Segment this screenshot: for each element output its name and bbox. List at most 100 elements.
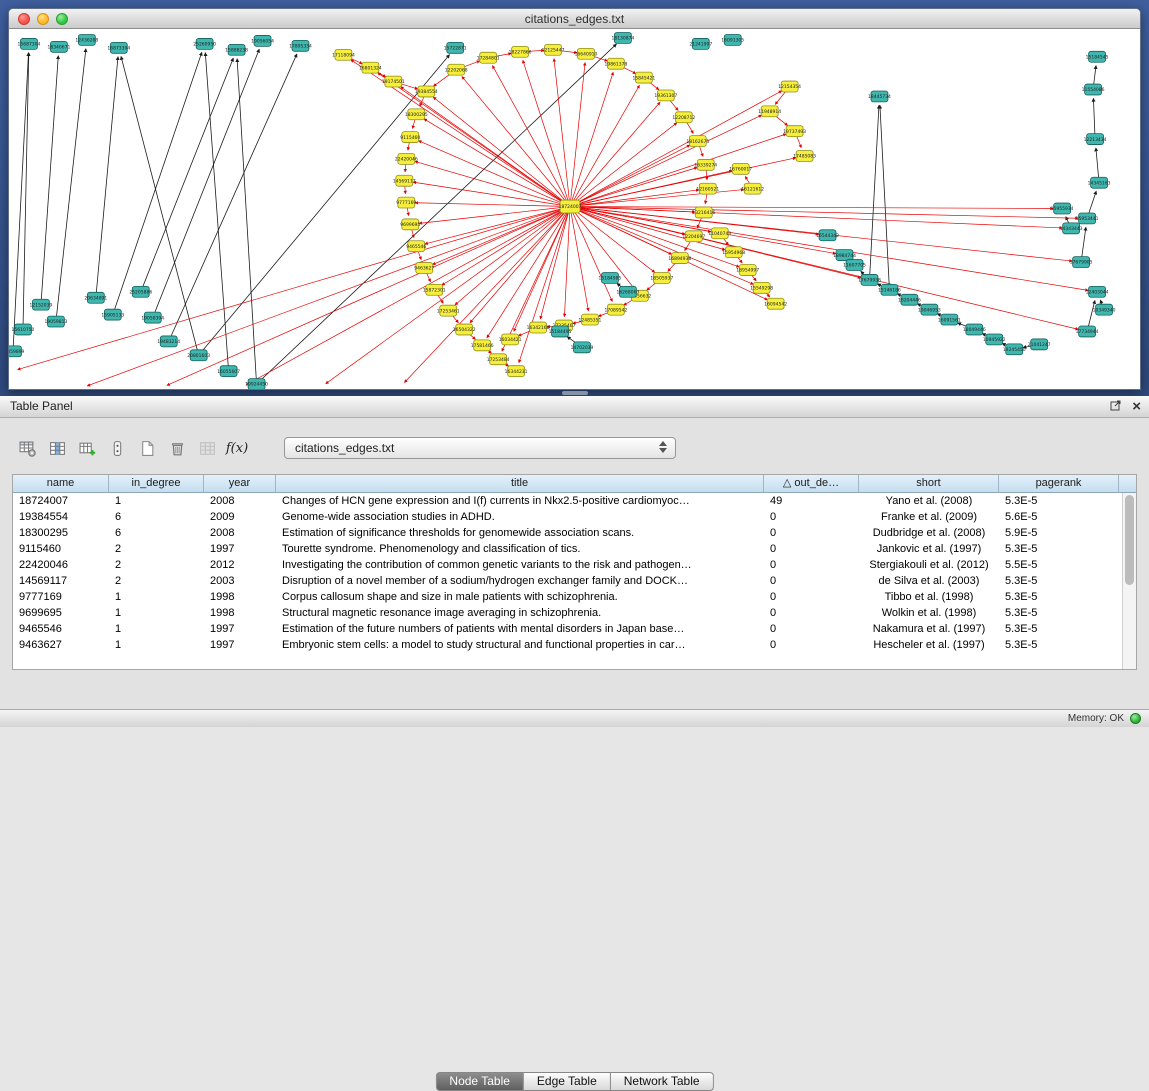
network-node[interactable]: 15687304	[18, 38, 41, 49]
network-node[interactable]: 16034421	[499, 334, 522, 345]
table-cell[interactable]: 22420046	[13, 557, 109, 573]
table-cell[interactable]: Estimation of the future numbers of pati…	[276, 621, 764, 637]
scrollbar-thumb[interactable]	[1125, 495, 1134, 585]
tab-node-table[interactable]: Node Table	[435, 1072, 524, 1091]
network-edge[interactable]	[413, 182, 570, 206]
network-node[interactable]: 15905133	[101, 309, 124, 320]
network-node[interactable]: 18227866	[509, 46, 532, 57]
network-edge[interactable]	[237, 59, 256, 384]
table-cell[interactable]: 0	[764, 557, 859, 573]
network-node[interactable]: 16344231	[505, 366, 528, 377]
table-cell[interactable]: 18724007	[13, 493, 109, 509]
network-edge[interactable]	[113, 52, 202, 314]
table-cell[interactable]: 5.9E-5	[999, 525, 1119, 541]
table-cell[interactable]: Dudbridge et al. (2008)	[859, 525, 999, 541]
table-cell[interactable]: 0	[764, 605, 859, 621]
network-node[interactable]: 17581466	[471, 340, 494, 351]
show-columns-icon[interactable]	[46, 437, 68, 459]
table-cell[interactable]: 5.3E-5	[999, 493, 1119, 509]
table-cell[interactable]: 0	[764, 621, 859, 637]
network-node[interactable]: 19924450	[245, 379, 268, 389]
table-row[interactable]: 1830029562008Estimation of significance …	[13, 525, 1122, 541]
network-node[interactable]: 19058394	[141, 312, 164, 323]
table-cell[interactable]: 18300295	[13, 525, 109, 541]
table-row[interactable]: 1456911722003Disruption of a novel membe…	[13, 573, 1122, 589]
network-edge[interactable]	[433, 97, 570, 206]
network-node[interactable]: 11059899	[9, 346, 25, 357]
table-cell[interactable]: de Silva et al. (2003)	[859, 573, 999, 589]
table-row[interactable]: 1872400712008Changes of HCN gene express…	[13, 493, 1122, 509]
network-node[interactable]: 16504322	[453, 324, 476, 335]
table-cell[interactable]: 5.6E-5	[999, 509, 1119, 525]
table-cell[interactable]: 9777169	[13, 589, 109, 605]
network-edge[interactable]	[487, 207, 570, 338]
network-node[interactable]: 9465546	[406, 241, 426, 252]
table-row[interactable]: 911546021997Tourette syndrome. Phenomeno…	[13, 541, 1122, 557]
network-node[interactable]: 15872301	[423, 284, 446, 295]
network-node[interactable]: 16873394	[107, 42, 130, 53]
table-cell[interactable]: 2008	[204, 493, 276, 509]
network-node[interactable]: 12125447	[542, 44, 565, 55]
table-cell[interactable]: 9699695	[13, 605, 109, 621]
network-node[interactable]: 11607705	[843, 260, 866, 271]
network-node[interactable]: 20634891	[84, 292, 107, 303]
network-node[interactable]: 15184495	[549, 326, 572, 337]
network-node[interactable]: 17118094	[332, 49, 355, 60]
network-node[interactable]: 13216416	[692, 207, 715, 218]
table-cell[interactable]: Embryonic stem cells: a model to study s…	[276, 637, 764, 653]
network-edge[interactable]	[570, 207, 588, 311]
network-node[interactable]: 18049446	[963, 324, 986, 335]
table-cell[interactable]: 5.3E-5	[999, 541, 1119, 557]
column-header-year[interactable]: year	[204, 475, 276, 493]
network-edge[interactable]	[153, 49, 260, 317]
network-node[interactable]: 12208712	[672, 112, 695, 123]
network-node[interactable]: 14343443	[1060, 223, 1083, 234]
network-node[interactable]: 19737493	[783, 126, 806, 137]
table-cell[interactable]: Hescheler et al. (1997)	[859, 637, 999, 653]
table-scrollbar[interactable]	[1122, 493, 1136, 669]
network-edge[interactable]	[419, 141, 570, 207]
network-node[interactable]: 18204446	[898, 294, 921, 305]
table-cell[interactable]: Jankovic et al. (1997)	[859, 541, 999, 557]
table-cell[interactable]: 0	[764, 541, 859, 557]
network-node[interactable]: 22420046	[395, 153, 418, 164]
column-header-pagerank[interactable]: pagerank	[999, 475, 1119, 493]
network-node[interactable]: 17679905	[1070, 257, 1093, 268]
table-cell[interactable]: 2009	[204, 509, 276, 525]
panel-splitter[interactable]	[562, 391, 588, 395]
network-edge[interactable]	[96, 57, 118, 298]
network-node[interactable]: 17253461	[437, 305, 460, 316]
table-cell[interactable]: 5.3E-5	[999, 589, 1119, 605]
column-header-in_degree[interactable]: in_degree	[109, 475, 204, 493]
network-node[interactable]: 9777169	[396, 197, 416, 208]
function-icon[interactable]: f(x)	[226, 437, 248, 459]
network-node[interactable]: 18130874	[612, 32, 635, 43]
table-cell[interactable]: Corpus callosum shape and size in male p…	[276, 589, 764, 605]
network-node[interactable]: 12403044	[1086, 286, 1109, 297]
table-cell[interactable]: 0	[764, 637, 859, 653]
close-window-button[interactable]	[18, 13, 30, 25]
table-cell[interactable]: Changes of HCN gene expression and I(f) …	[276, 493, 764, 509]
network-edge[interactable]	[41, 56, 58, 305]
network-node[interactable]: 17253484	[487, 354, 510, 365]
network-node[interactable]: 12160521	[696, 183, 719, 194]
network-edge[interactable]	[880, 105, 890, 289]
network-edge[interactable]	[121, 56, 199, 355]
network-node[interactable]: 15722871	[444, 42, 467, 53]
network-node[interactable]: 19361307	[654, 90, 677, 101]
table-cell[interactable]: Yano et al. (2008)	[859, 493, 999, 509]
network-node[interactable]: 17485083	[793, 150, 816, 161]
network-node[interactable]: 16801324	[359, 62, 382, 73]
network-node[interactable]: 12204697	[682, 231, 705, 242]
delete-icon[interactable]	[166, 437, 188, 459]
network-node[interactable]: 19384554	[415, 86, 438, 97]
network-node[interactable]: 20801603	[187, 350, 210, 361]
network-edge[interactable]	[415, 161, 570, 206]
network-node[interactable]: 14702039	[571, 342, 594, 353]
network-node[interactable]: 12152039	[30, 299, 53, 310]
network-edge[interactable]	[442, 207, 570, 286]
table-cell[interactable]: 19384554	[13, 509, 109, 525]
network-node[interactable]: 14345163	[1088, 177, 1111, 188]
network-edge[interactable]	[246, 207, 570, 385]
network-edge[interactable]	[570, 102, 660, 206]
